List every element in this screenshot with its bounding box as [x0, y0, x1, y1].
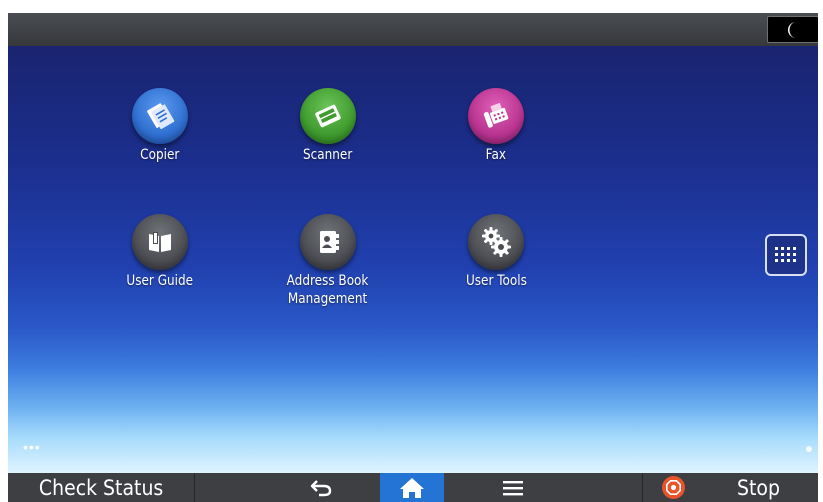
scanner-icon [300, 88, 356, 144]
grid-icon [775, 247, 796, 262]
back-arrow-icon [310, 479, 332, 496]
page-indicator-dot [806, 446, 812, 452]
home-button[interactable] [380, 473, 444, 502]
app-label: Fax [485, 147, 507, 163]
copier-icon [132, 88, 188, 144]
app-user-guide[interactable]: User Guide [90, 214, 230, 290]
app-list-button[interactable] [765, 234, 807, 276]
address-book-icon [300, 214, 356, 270]
app-label: Scanner [303, 147, 353, 163]
app-user-tools[interactable]: User Tools [426, 214, 566, 290]
user-guide-icon [132, 214, 188, 270]
divider [194, 473, 195, 502]
app-scanner[interactable]: Scanner [258, 88, 398, 164]
check-status-label: Check Status [38, 475, 164, 500]
check-status-button[interactable]: Check Status [8, 473, 194, 502]
page-indicator-dots: ••• [23, 439, 41, 455]
app-label: User Tools [465, 273, 527, 289]
fax-icon [468, 88, 524, 144]
device-screen: Copier Scanner Fax User Guide Address Bo… [8, 13, 818, 502]
stop-label: Stop [737, 476, 780, 500]
energy-saver-button[interactable] [767, 16, 818, 43]
app-label: User Guide [126, 273, 194, 289]
app-label: Address Book Management [287, 273, 369, 307]
moon-icon [788, 21, 796, 38]
divider [642, 473, 643, 502]
bottom-bar: Check Status Stop [8, 473, 818, 502]
app-fax[interactable]: Fax [426, 88, 566, 164]
gear-icon [468, 214, 524, 270]
home-screen: Copier Scanner Fax User Guide Address Bo… [8, 46, 818, 473]
back-button[interactable] [286, 473, 356, 502]
menu-icon [503, 480, 523, 495]
stop-button[interactable]: Stop [644, 473, 818, 502]
app-label: Copier [140, 147, 180, 163]
status-bar [8, 13, 818, 46]
home-icon [400, 477, 424, 498]
app-copier[interactable]: Copier [90, 88, 230, 164]
menu-button[interactable] [478, 473, 548, 502]
app-address-book-management[interactable]: Address Book Management [258, 214, 398, 308]
stop-icon [662, 476, 685, 499]
